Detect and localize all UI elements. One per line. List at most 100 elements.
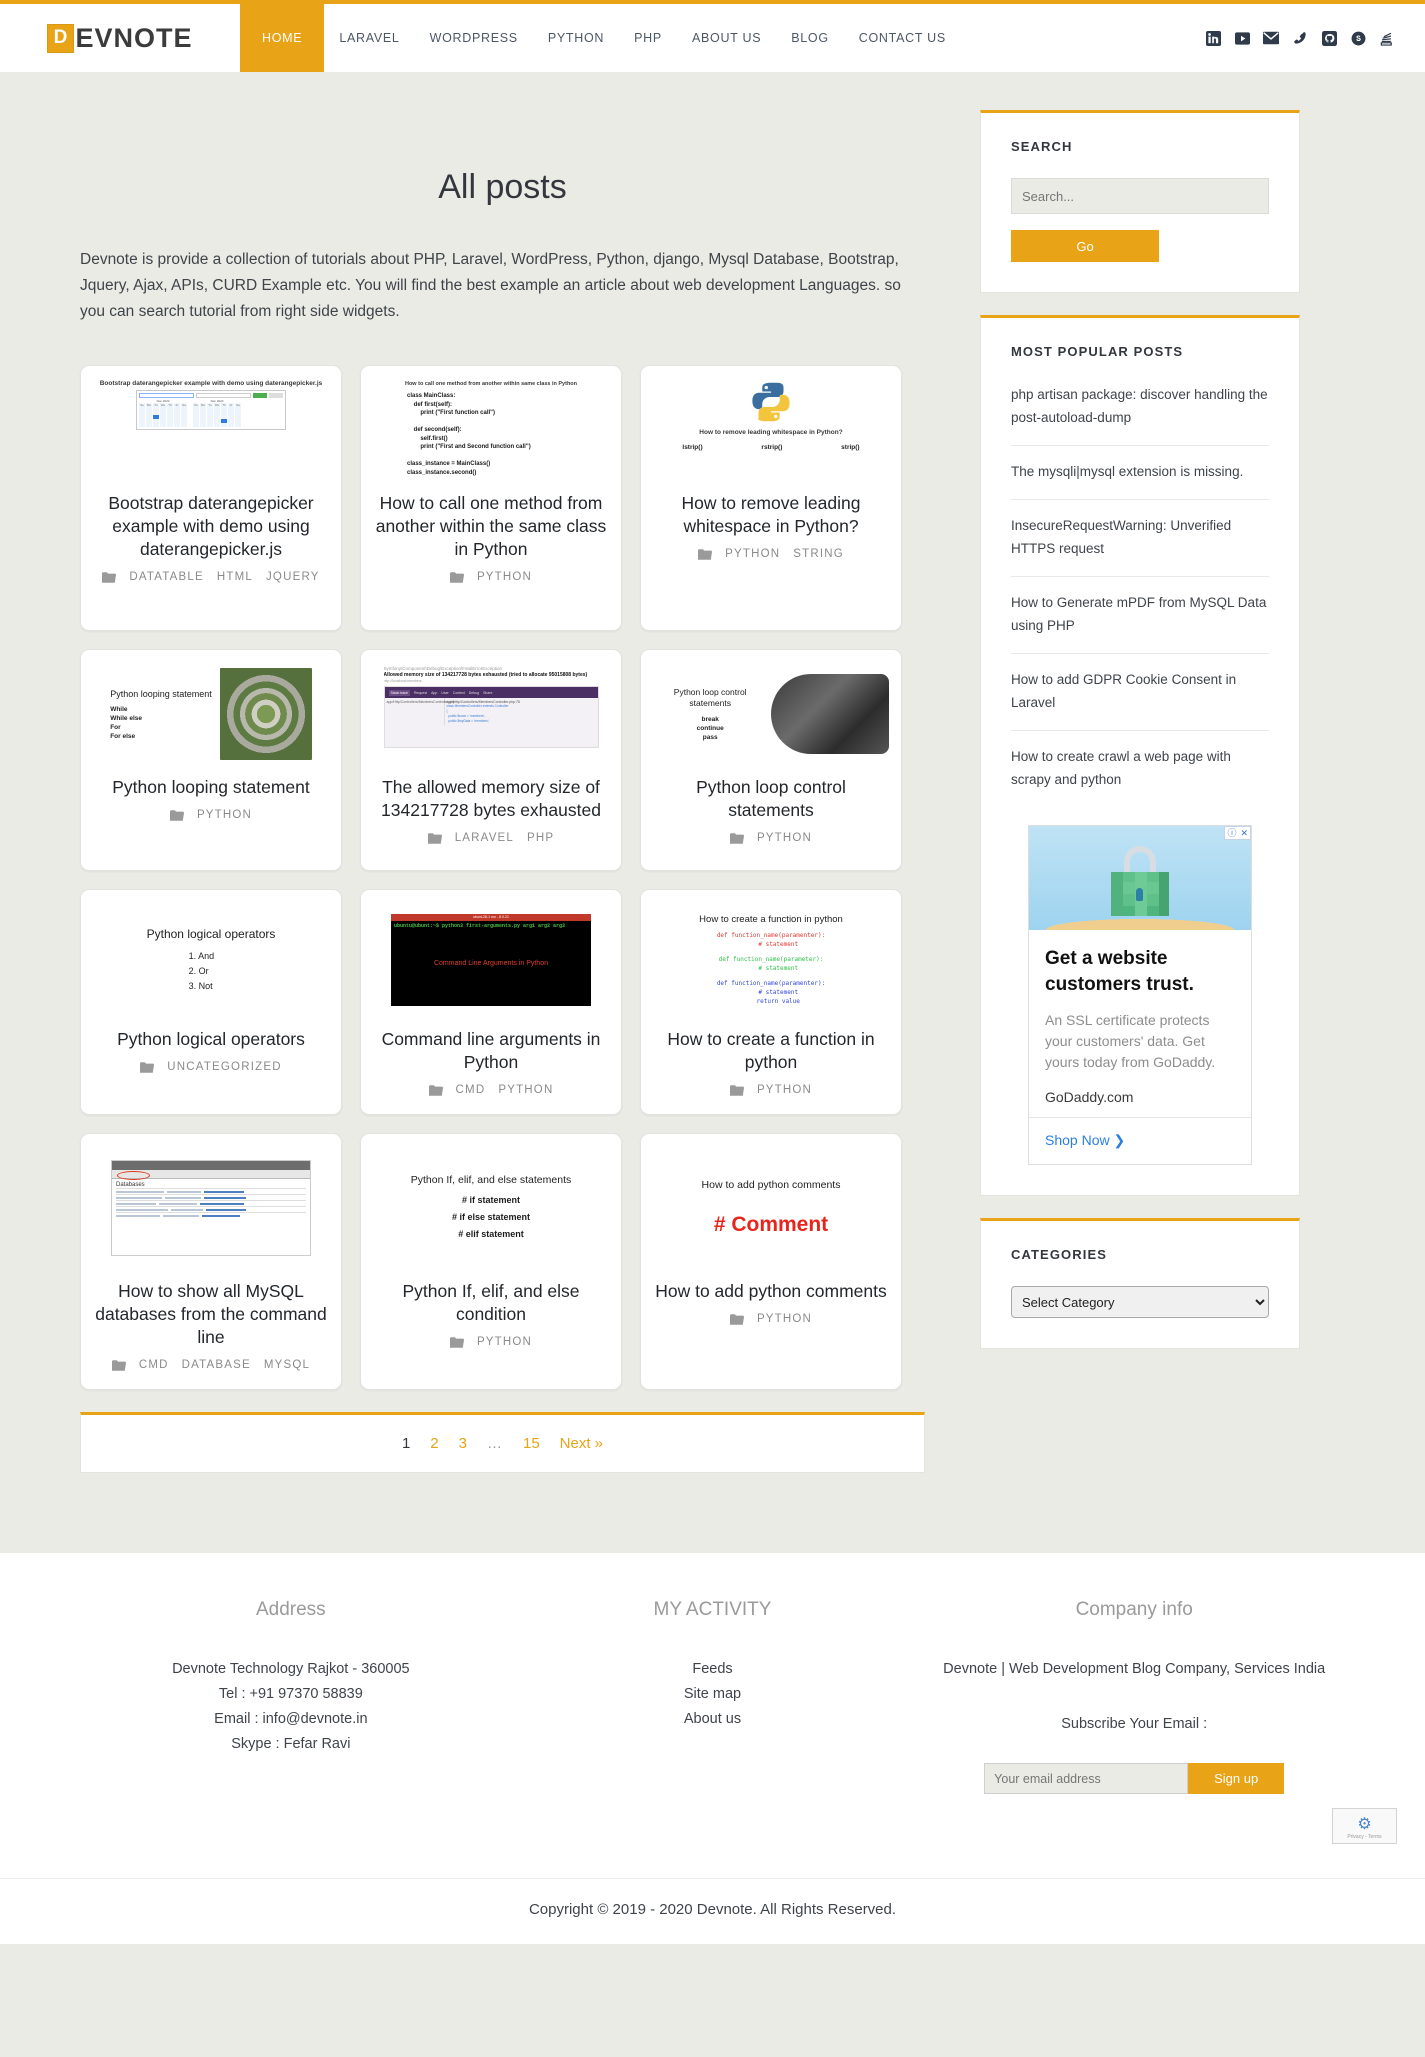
- nav-item-about-us[interactable]: ABOUT US: [677, 4, 776, 72]
- recaptcha-badge[interactable]: ⚙ Privacy - Terms: [1332, 1808, 1397, 1844]
- post-title[interactable]: How to create a function in python: [654, 1028, 888, 1074]
- post-title[interactable]: How to remove leading whitespace in Pyth…: [654, 492, 888, 538]
- github-icon[interactable]: [1321, 30, 1337, 46]
- logo[interactable]: D EVNOTE: [0, 4, 240, 72]
- post-title[interactable]: How to add python comments: [655, 1280, 887, 1303]
- pagination-page-15[interactable]: 15: [523, 1435, 540, 1452]
- post-category[interactable]: PYTHON: [725, 548, 780, 560]
- post-category[interactable]: UNCATEGORIZED: [167, 1061, 281, 1073]
- post-title[interactable]: Python loop control statements: [654, 776, 888, 822]
- post-card[interactable]: Python looping statement While While els…: [80, 649, 342, 871]
- popular-post-link[interactable]: How to create crawl a web page with scra…: [1011, 749, 1231, 787]
- popular-post-link[interactable]: The mysqli|mysql extension is missing.: [1011, 464, 1243, 479]
- post-category[interactable]: JQUERY: [266, 571, 320, 583]
- youtube-icon[interactable]: [1234, 30, 1250, 46]
- footer-link-feeds[interactable]: Feeds: [502, 1657, 924, 1682]
- linkedin-icon[interactable]: [1205, 30, 1221, 46]
- post-card[interactable]: Python logical operators 1. And 2. Or 3.…: [80, 889, 342, 1115]
- nav-item-contact-us[interactable]: CONTACT US: [844, 4, 961, 72]
- post-category[interactable]: PYTHON: [197, 809, 252, 821]
- nav-item-laravel[interactable]: LARAVEL: [324, 4, 414, 72]
- post-card[interactable]: How to call one method from another with…: [360, 365, 622, 631]
- pagination-page-1[interactable]: 1: [402, 1435, 410, 1452]
- post-category[interactable]: PYTHON: [477, 1336, 532, 1348]
- subscribe-signup-button[interactable]: Sign up: [1188, 1763, 1285, 1794]
- search-input[interactable]: [1011, 178, 1269, 214]
- post-category[interactable]: PYTHON: [757, 1084, 812, 1096]
- list-item[interactable]: The mysqli|mysql extension is missing.: [1011, 446, 1269, 500]
- advertisement[interactable]: ⓘ ✕ Get a website customers trust. An SS…: [1028, 825, 1252, 1165]
- post-category[interactable]: LARAVEL: [455, 832, 514, 844]
- post-title[interactable]: How to call one method from another with…: [374, 492, 608, 561]
- list-item[interactable]: How to create crawl a web page with scra…: [1011, 731, 1269, 791]
- post-category[interactable]: PYTHON: [757, 832, 812, 844]
- post-title[interactable]: How to show all MySQL databases from the…: [94, 1280, 328, 1349]
- post-category[interactable]: DATABASE: [182, 1359, 251, 1371]
- post-title[interactable]: The allowed memory size of 134217728 byt…: [374, 776, 608, 822]
- post-grid: Bootstrap daterangepicker example with d…: [80, 365, 925, 1390]
- popular-post-link[interactable]: InsecureRequestWarning: Unverified HTTPS…: [1011, 518, 1231, 556]
- post-categories: CMD DATABASE MYSQL: [111, 1359, 310, 1371]
- post-card[interactable]: Bootstrap daterangepicker example with d…: [80, 365, 342, 631]
- post-card[interactable]: How to create a function in python def f…: [640, 889, 902, 1115]
- stackoverflow-icon[interactable]: [1379, 30, 1395, 46]
- post-category[interactable]: PYTHON: [498, 1084, 553, 1096]
- nav-item-python[interactable]: PYTHON: [533, 4, 619, 72]
- post-card[interactable]: How to add python comments # Comment How…: [640, 1133, 902, 1390]
- thumb-caption: Bootstrap daterangepicker example with d…: [99, 380, 323, 387]
- subscribe-email-input[interactable]: [984, 1763, 1189, 1794]
- post-title[interactable]: Python If, elif, and else condition: [374, 1280, 608, 1326]
- post-category[interactable]: CMD: [456, 1084, 486, 1096]
- footer-text: Devnote Technology Rajkot - 360005: [172, 1661, 410, 1677]
- list-item[interactable]: How to add GDPR Cookie Consent in Larave…: [1011, 654, 1269, 731]
- post-category[interactable]: STRING: [793, 548, 844, 560]
- footer-column-activity: MY ACTIVITY Feeds Site map About us: [502, 1599, 924, 1794]
- popular-post-link[interactable]: How to Generate mPDF from MySQL Data usi…: [1011, 595, 1266, 633]
- post-title[interactable]: Python logical operators: [117, 1028, 305, 1051]
- post-card[interactable]: Python loop control statements break con…: [640, 649, 902, 871]
- thumb-item: For: [110, 723, 121, 731]
- post-card[interactable]: Python If, elif, and else statements # i…: [360, 1133, 622, 1390]
- email-icon[interactable]: [1263, 30, 1279, 46]
- post-category[interactable]: PYTHON: [757, 1313, 812, 1325]
- post-title[interactable]: Python looping statement: [112, 776, 310, 799]
- post-category[interactable]: PYTHON: [477, 571, 532, 583]
- nav-item-blog[interactable]: BLOG: [776, 4, 844, 72]
- categories-title: CATEGORIES: [1011, 1247, 1107, 1262]
- post-category[interactable]: MYSQL: [264, 1359, 310, 1371]
- nav-item-wordpress[interactable]: WORDPRESS: [415, 4, 533, 72]
- post-category[interactable]: CMD: [139, 1359, 169, 1371]
- phone-icon[interactable]: [1292, 30, 1308, 46]
- skype-icon[interactable]: [1350, 30, 1366, 46]
- post-card[interactable]: How to remove leading whitespace in Pyth…: [640, 365, 902, 631]
- post-category[interactable]: HTML: [217, 571, 253, 583]
- post-card[interactable]: Symfony\Component\Debug\Exception\FatalE…: [360, 649, 622, 871]
- ad-info-icon[interactable]: ⓘ: [1225, 827, 1238, 839]
- post-card[interactable]: ubunt-28-1 run - 8.0.21 ubuntu@ubunt:~$ …: [360, 889, 622, 1115]
- list-item[interactable]: How to Generate mPDF from MySQL Data usi…: [1011, 577, 1269, 654]
- pagination-page-2[interactable]: 2: [430, 1435, 438, 1452]
- post-card[interactable]: Databases How to show all MySQL database…: [80, 1133, 342, 1390]
- post-title[interactable]: Command line arguments in Python: [374, 1028, 608, 1074]
- footer-link-site-map[interactable]: Site map: [502, 1682, 924, 1707]
- pagination-next[interactable]: Next »: [560, 1435, 603, 1452]
- search-go-button[interactable]: Go: [1011, 230, 1159, 262]
- site-header: D EVNOTE HOME LARAVEL WORDPRESS PYTHON P…: [0, 4, 1425, 72]
- post-title[interactable]: Bootstrap daterangepicker example with d…: [94, 492, 328, 561]
- footer-link-about-us[interactable]: About us: [502, 1707, 924, 1732]
- nav-item-php[interactable]: PHP: [619, 4, 677, 72]
- ad-image: [1029, 826, 1251, 930]
- category-select[interactable]: Select Category CMD Database Datatable H…: [1011, 1286, 1269, 1318]
- ad-close-icon[interactable]: ✕: [1238, 827, 1250, 839]
- pagination-page-3[interactable]: 3: [459, 1435, 467, 1452]
- post-category[interactable]: PHP: [527, 832, 554, 844]
- popular-post-link[interactable]: php artisan package: discover handling t…: [1011, 387, 1268, 425]
- roundabout-photo: [219, 668, 312, 760]
- copyright-bar: Copyright © 2019 - 2020 Devnote. All Rig…: [0, 1878, 1425, 1944]
- list-item[interactable]: php artisan package: discover handling t…: [1011, 383, 1269, 446]
- ad-cta-link[interactable]: Shop Now ❯: [1029, 1117, 1251, 1164]
- popular-post-link[interactable]: How to add GDPR Cookie Consent in Larave…: [1011, 672, 1236, 710]
- post-category[interactable]: DATATABLE: [129, 571, 204, 583]
- list-item[interactable]: InsecureRequestWarning: Unverified HTTPS…: [1011, 500, 1269, 577]
- nav-item-home[interactable]: HOME: [240, 4, 325, 72]
